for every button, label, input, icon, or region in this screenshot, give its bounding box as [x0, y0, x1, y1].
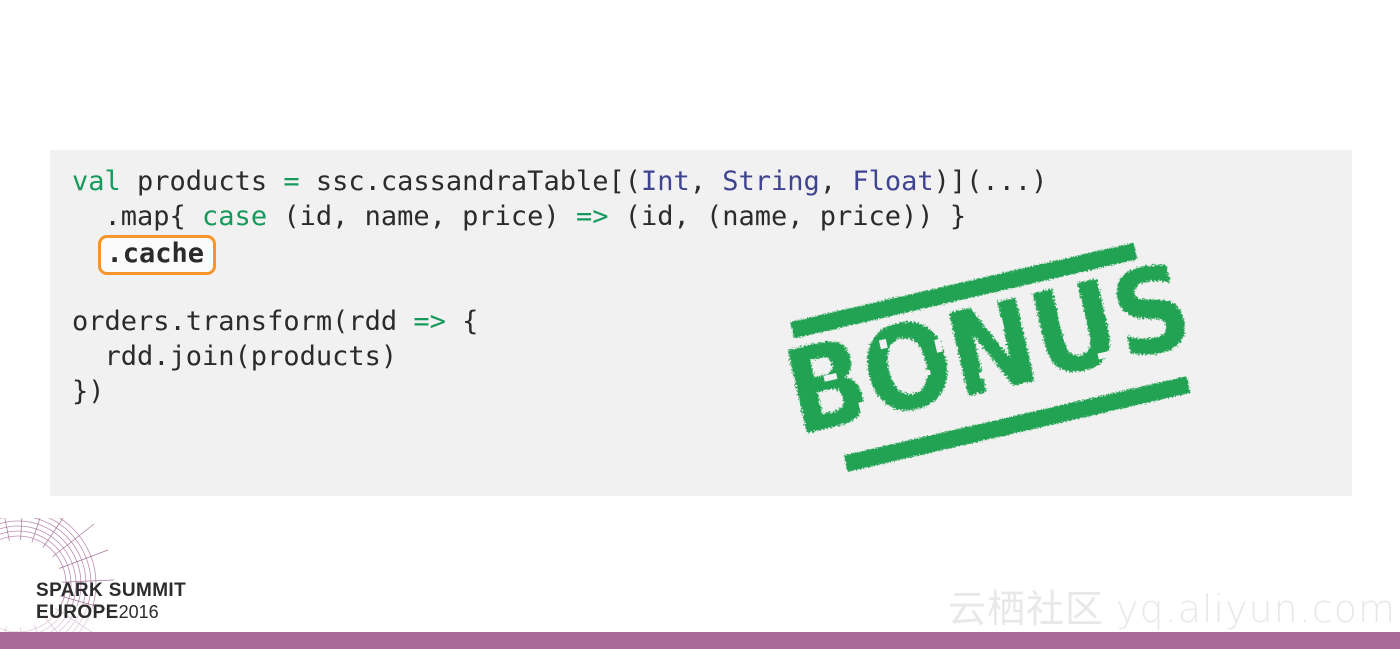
- code-token: Int: [640, 166, 690, 197]
- code-token: }): [72, 376, 105, 407]
- code-token: Float: [852, 166, 934, 197]
- code-token: products: [120, 166, 284, 197]
- watermark-domain: yq.aliyun.com: [1116, 587, 1396, 631]
- code-token: case: [202, 201, 268, 232]
- code-token: ,: [689, 166, 723, 197]
- code-line: orders.transform(rdd => {: [72, 304, 1047, 339]
- code-token: ,: [819, 166, 853, 197]
- code-token: String: [722, 166, 820, 197]
- event-logo: SPARK SUMMIT EUROPE2016: [36, 581, 186, 622]
- code-token: )](...): [933, 166, 1048, 197]
- code-token: =: [283, 166, 300, 197]
- code-token: orders.transform(rdd: [72, 306, 414, 337]
- footer-accent-bar: [0, 632, 1400, 649]
- code-token: rdd.join(products): [72, 341, 398, 372]
- logo-line-secondary: EUROPE2016: [36, 603, 186, 622]
- cache-highlight: .cache: [97, 235, 217, 275]
- logo-region: EUROPE: [36, 602, 119, 623]
- code-line: val products = ssc.cassandraTable[(Int, …: [72, 164, 1047, 199]
- site-watermark: 云栖社区 yq.aliyun.com: [948, 578, 1396, 633]
- code-listing: val products = ssc.cassandraTable[(Int, …: [72, 164, 1047, 409]
- code-token: ssc.cassandraTable[(: [299, 166, 641, 197]
- code-token: (id, (name, price)) }: [608, 201, 967, 232]
- code-token: val: [72, 166, 121, 197]
- code-block: val products = ssc.cassandraTable[(Int, …: [50, 150, 1352, 496]
- watermark-chinese: 云栖社区: [948, 587, 1105, 631]
- code-token: {: [445, 306, 479, 337]
- logo-line-primary: SPARK SUMMIT: [36, 580, 187, 601]
- code-token: .map{: [72, 201, 203, 232]
- code-token: (id, name, price): [267, 201, 576, 232]
- code-token: =>: [575, 201, 609, 232]
- code-line: .map{ case (id, name, price) => (id, (na…: [72, 199, 1047, 234]
- slide-canvas: val products = ssc.cassandraTable[(Int, …: [0, 0, 1400, 649]
- code-line: rdd.join(products): [72, 339, 1047, 374]
- logo-year: 2016: [118, 602, 159, 622]
- code-line: }): [72, 374, 1047, 409]
- code-line: .cache: [72, 234, 1047, 275]
- code-token: =>: [413, 306, 446, 337]
